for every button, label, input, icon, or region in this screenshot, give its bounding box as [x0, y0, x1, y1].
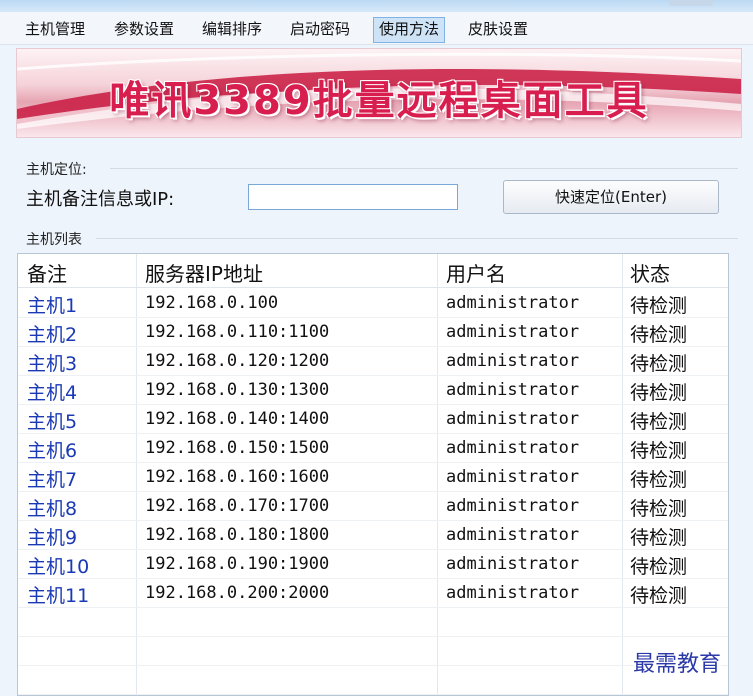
host-table: 备注 服务器IP地址 用户名 状态 主机1 192.168.0.100 admini…: [17, 253, 729, 696]
locate-section-label: 主机定位:: [26, 162, 87, 178]
host-ip: 192.168.0.190:1900: [145, 554, 330, 574]
table-row[interactable]: 主机4 192.168.0.130:1300 administrator 待检测: [18, 375, 728, 405]
host-username: administrator: [446, 351, 580, 371]
table-header: 备注 服务器IP地址 用户名 状态: [18, 254, 728, 288]
menu-host-management[interactable]: 主机管理: [20, 17, 90, 41]
close-button[interactable]: [669, 0, 713, 6]
host-username: administrator: [446, 322, 580, 342]
host-ip: 192.168.0.130:1300: [145, 380, 330, 400]
host-ip: 192.168.0.200:2000: [145, 583, 330, 603]
host-username: administrator: [446, 380, 580, 400]
header-note[interactable]: 备注: [27, 258, 67, 287]
host-ip: 192.168.0.100: [145, 293, 279, 313]
host-ip: 192.168.0.170:1700: [145, 496, 330, 516]
host-note: 主机9: [27, 527, 78, 549]
menu-bar: 主机管理 参数设置 编辑排序 启动密码 使用方法 皮肤设置: [0, 12, 753, 45]
host-ip: 192.168.0.160:1600: [145, 467, 330, 487]
menu-edit-sort[interactable]: 编辑排序: [197, 17, 267, 41]
host-username: administrator: [446, 438, 580, 458]
search-input[interactable]: [248, 184, 458, 210]
banner: 唯讯3389批量远程桌面工具: [16, 48, 742, 138]
host-ip: 192.168.0.110:1100: [145, 322, 330, 342]
banner-title: 唯讯3389批量远程桌面工具: [109, 78, 649, 124]
host-status: 待检测: [630, 440, 688, 462]
host-username: administrator: [446, 293, 580, 313]
host-note: 主机7: [27, 469, 78, 491]
header-status[interactable]: 状态: [630, 258, 670, 287]
title-bar: [0, 0, 753, 12]
host-note: 主机6: [27, 440, 78, 462]
quick-locate-button[interactable]: 快速定位(Enter): [503, 180, 719, 214]
host-note: 主机4: [27, 382, 78, 404]
table-row[interactable]: 主机9 192.168.0.180:1800 administrator 待检测: [18, 520, 728, 550]
table-row[interactable]: 主机7 192.168.0.160:1600 administrator 待检测: [18, 462, 728, 492]
host-note: 主机3: [27, 353, 78, 375]
host-status: 待检测: [630, 411, 688, 433]
table-row[interactable]: 主机6 192.168.0.150:1500 administrator 待检测: [18, 433, 728, 463]
divider: [110, 168, 738, 169]
host-status: 待检测: [630, 498, 688, 520]
table-row[interactable]: 主机1 192.168.0.100 administrator 待检测: [18, 288, 728, 318]
host-username: administrator: [446, 525, 580, 545]
host-note: 主机5: [27, 411, 78, 433]
host-status: 待检测: [630, 527, 688, 549]
table-row[interactable]: 主机3 192.168.0.120:1200 administrator 待检测: [18, 346, 728, 376]
host-status: 待检测: [630, 295, 688, 317]
host-note: 主机8: [27, 498, 78, 520]
host-status: 待检测: [630, 469, 688, 491]
table-row[interactable]: 主机2 192.168.0.110:1100 administrator 待检测: [18, 317, 728, 347]
list-section-label: 主机列表: [26, 232, 82, 248]
host-username: administrator: [446, 554, 580, 574]
host-ip: 192.168.0.150:1500: [145, 438, 330, 458]
host-note: 主机11: [27, 585, 90, 607]
host-username: administrator: [446, 496, 580, 516]
table-row[interactable]: 主机10 192.168.0.190:1900 administrator 待检测: [18, 549, 728, 579]
host-username: administrator: [446, 583, 580, 603]
host-note: 主机10: [27, 556, 90, 578]
watermark: 最需教育: [633, 646, 722, 678]
locate-field-label: 主机备注信息或IP:: [26, 189, 175, 210]
host-ip: 192.168.0.120:1200: [145, 351, 330, 371]
header-ip[interactable]: 服务器IP地址: [145, 258, 263, 287]
host-status: 待检测: [630, 324, 688, 346]
host-status: 待检测: [630, 382, 688, 404]
host-status: 待检测: [630, 556, 688, 578]
divider: [96, 238, 738, 239]
menu-startup-password[interactable]: 启动密码: [285, 17, 355, 41]
table-row[interactable]: 主机8 192.168.0.170:1700 administrator 待检测: [18, 491, 728, 521]
empty-row: [18, 636, 728, 666]
host-status: 待检测: [630, 585, 688, 607]
host-status: 待检测: [630, 353, 688, 375]
table-row[interactable]: 主机11 192.168.0.200:2000 administrator 待检测: [18, 578, 728, 608]
host-note: 主机2: [27, 324, 78, 346]
host-ip: 192.168.0.180:1800: [145, 525, 330, 545]
host-note: 主机1: [27, 295, 78, 317]
host-username: administrator: [446, 409, 580, 429]
host-username: administrator: [446, 467, 580, 487]
host-ip: 192.168.0.140:1400: [145, 409, 330, 429]
empty-row: [18, 665, 728, 695]
menu-parameter-settings[interactable]: 参数设置: [109, 17, 179, 41]
menu-usage[interactable]: 使用方法: [373, 17, 446, 43]
empty-row: [18, 607, 728, 637]
menu-skin-settings[interactable]: 皮肤设置: [463, 17, 533, 41]
table-row[interactable]: 主机5 192.168.0.140:1400 administrator 待检测: [18, 404, 728, 434]
header-username[interactable]: 用户名: [446, 258, 506, 287]
